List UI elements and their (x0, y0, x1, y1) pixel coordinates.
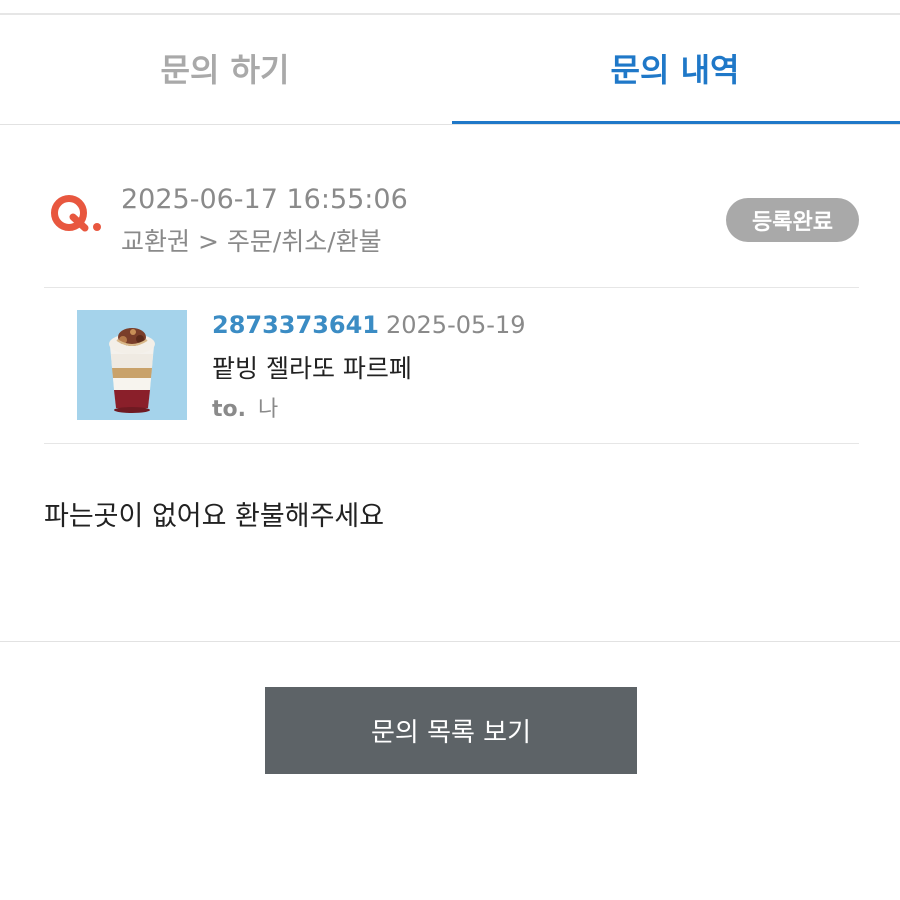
recipient-label: to. (212, 397, 246, 422)
inquiry-category: 교환권 > 주문/취소/환불 (121, 227, 382, 256)
divider (44, 287, 859, 288)
view-inquiry-list-button[interactable]: 문의 목록 보기 (265, 687, 637, 774)
inquiry-history-screen: 문의 하기 문의 내역 2025-06-17 16:55:06 교환권 > 주문… (0, 0, 900, 900)
recipient-value: 나 (258, 397, 279, 422)
tab-divider (0, 124, 900, 125)
status-badge: 등록완료 (726, 198, 859, 242)
tab-inquiry-write[interactable]: 문의 하기 (0, 15, 450, 125)
divider (0, 641, 900, 642)
inquiry-datetime: 2025-06-17 16:55:06 (121, 184, 408, 215)
tab-bar: 문의 하기 문의 내역 (0, 15, 900, 125)
order-date: 2025-05-19 (386, 311, 526, 339)
product-name: 팥빙 젤라또 파르페 (212, 354, 412, 383)
tab-inquiry-history[interactable]: 문의 내역 (450, 15, 900, 125)
q-mark-icon (51, 195, 101, 232)
product-image (77, 310, 187, 420)
recipient: to. 나 (212, 391, 278, 423)
order-number[interactable]: 2873373641 (212, 311, 379, 339)
divider (44, 443, 859, 444)
inquiry-body: 파는곳이 없어요 환불해주세요 (44, 501, 385, 532)
